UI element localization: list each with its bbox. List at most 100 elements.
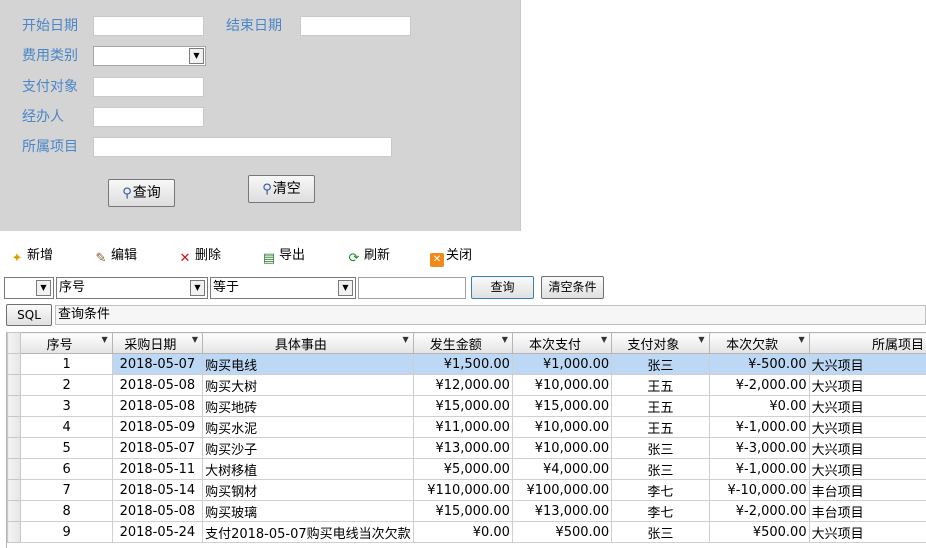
table-row[interactable]: 9 2018-05-24 支付2018-05-07购买电线当次欠款 ¥0.00 ¥500… (7, 521, 926, 543)
table-cell[interactable]: 2018-05-08 (111, 500, 204, 522)
table-cell[interactable]: 李七 (611, 479, 710, 501)
column-header[interactable]: 支付对象 ▼ (611, 332, 710, 354)
column-header[interactable]: 具体事由 ▼ (202, 332, 414, 354)
table-cell[interactable]: ¥15,000.00 (412, 395, 513, 417)
table-cell[interactable]: 2 (20, 374, 113, 396)
table-cell[interactable]: 大兴项目 (808, 353, 926, 375)
table-cell[interactable]: 张三 (611, 437, 710, 459)
handler-input[interactable] (93, 107, 204, 127)
table-cell[interactable]: ¥-1,000.00 (708, 416, 810, 438)
chevron-down-icon[interactable]: ▼ (102, 335, 108, 344)
clear-conditions-button[interactable]: 清空条件 (541, 276, 604, 299)
table-cell[interactable]: ¥4,000.00 (511, 458, 613, 480)
delete-button[interactable]: ✕ 删除 (177, 247, 221, 266)
table-cell[interactable]: 支付2018-05-07购买电线当次欠款 (202, 521, 414, 543)
table-cell[interactable]: ¥100,000.00 (511, 479, 613, 501)
table-cell[interactable]: 2018-05-09 (111, 416, 204, 438)
row-header[interactable] (7, 395, 22, 417)
table-cell[interactable]: ¥15,000.00 (412, 500, 513, 522)
chevron-down-icon[interactable]: ▼ (189, 48, 204, 64)
chevron-down-icon[interactable]: ▼ (338, 280, 353, 296)
table-cell[interactable]: 购买地砖 (202, 395, 414, 417)
table-cell[interactable]: 9 (20, 521, 113, 543)
table-cell[interactable]: 2018-05-14 (111, 479, 204, 501)
table-cell[interactable]: 2018-05-07 (111, 353, 204, 375)
search-query-button[interactable]: ⚲查询 (108, 179, 175, 207)
table-cell[interactable]: 大兴项目 (808, 437, 926, 459)
table-cell[interactable]: ¥12,000.00 (412, 374, 513, 396)
table-cell[interactable]: ¥10,000.00 (511, 416, 613, 438)
table-row[interactable]: 8 2018-05-08 购买玻璃 ¥15,000.00 ¥13,000.00 李七 ¥-2… (7, 500, 926, 522)
column-header[interactable]: 采购日期 ▼ (111, 332, 204, 354)
field-select[interactable]: 序号 ▼ (56, 277, 208, 299)
refresh-button[interactable]: ⟳ 刷新 (346, 247, 390, 266)
expense-type-select[interactable]: ▼ (93, 46, 206, 66)
table-row[interactable]: 2 2018-05-08 购买大树 ¥12,000.00 ¥10,000.00 王五 ¥-2… (7, 374, 926, 396)
table-cell[interactable]: 购买沙子 (202, 437, 414, 459)
row-header[interactable] (7, 374, 22, 396)
table-cell[interactable]: 大兴项目 (808, 521, 926, 543)
condition-value-input[interactable] (358, 277, 466, 299)
table-cell[interactable]: ¥5,000.00 (412, 458, 513, 480)
payee-input[interactable] (93, 77, 204, 97)
column-header[interactable]: 发生金额 ▼ (412, 332, 513, 354)
row-header[interactable] (7, 416, 22, 438)
operator-select[interactable]: 等于 ▼ (210, 277, 356, 299)
table-cell[interactable]: ¥-3,000.00 (708, 437, 810, 459)
column-header[interactable]: 本次支付 ▼ (511, 332, 613, 354)
export-button[interactable]: ▤ 导出 (261, 247, 305, 266)
table-row[interactable]: 3 2018-05-08 购买地砖 ¥15,000.00 ¥15,000.00 王五 ¥0.… (7, 395, 926, 417)
table-row[interactable]: 1 2018-05-07 购买电线 ¥1,500.00 ¥1,000.00 张三 ¥-500… (7, 353, 926, 375)
table-cell[interactable]: 王五 (611, 374, 710, 396)
chevron-down-icon[interactable]: ▼ (502, 335, 508, 344)
table-cell[interactable]: ¥-2,000.00 (708, 500, 810, 522)
table-cell[interactable]: ¥1,000.00 (511, 353, 613, 375)
table-cell[interactable]: 王五 (611, 416, 710, 438)
new-button[interactable]: ✦ 新增 (9, 247, 53, 266)
table-cell[interactable]: ¥13,000.00 (412, 437, 513, 459)
table-cell[interactable]: 大兴项目 (808, 374, 926, 396)
table-cell[interactable]: 2018-05-08 (111, 395, 204, 417)
table-cell[interactable]: 丰台项目 (808, 479, 926, 501)
table-cell[interactable]: 3 (20, 395, 113, 417)
table-cell[interactable]: 大树移植 (202, 458, 414, 480)
row-header[interactable] (7, 521, 22, 543)
table-cell[interactable]: ¥0.00 (708, 395, 810, 417)
chevron-down-icon[interactable]: ▼ (192, 335, 198, 344)
table-cell[interactable]: ¥-2,000.00 (708, 374, 810, 396)
table-row[interactable]: 7 2018-05-14 购买钢材 ¥110,000.00 ¥100,000.00 李七 ¥… (7, 479, 926, 501)
edit-button[interactable]: ✎ 编辑 (93, 247, 137, 266)
row-header[interactable] (7, 479, 22, 501)
table-cell[interactable]: ¥-1,000.00 (708, 458, 810, 480)
table-cell[interactable]: ¥500.00 (511, 521, 613, 543)
row-header[interactable] (7, 458, 22, 480)
table-row[interactable]: 6 2018-05-11 大树移植 ¥5,000.00 ¥4,000.00 张三 ¥-1,0… (7, 458, 926, 480)
table-cell[interactable]: ¥10,000.00 (511, 437, 613, 459)
table-cell[interactable]: 李七 (611, 500, 710, 522)
table-cell[interactable]: 张三 (611, 521, 710, 543)
search-clear-button[interactable]: ⚲清空 (248, 175, 315, 203)
table-cell[interactable]: 丰台项目 (808, 500, 926, 522)
close-button[interactable]: ✕ 关闭 (430, 247, 472, 267)
column-header[interactable]: 序号 ▼ (20, 332, 113, 354)
table-cell[interactable]: ¥15,000.00 (511, 395, 613, 417)
table-cell[interactable]: 王五 (611, 395, 710, 417)
logic-select[interactable]: ▼ (4, 277, 54, 299)
table-cell[interactable]: ¥13,000.00 (511, 500, 613, 522)
table-cell[interactable]: 2018-05-08 (111, 374, 204, 396)
table-cell[interactable]: ¥0.00 (412, 521, 513, 543)
data-grid[interactable]: 序号 ▼ 采购日期 ▼ 具体事由 ▼ 发生金额 ▼ 本次支付 ▼ 支付对象 ▼ 本次欠款 ▼ … (6, 332, 926, 548)
row-header[interactable] (7, 353, 22, 375)
table-cell[interactable]: 张三 (611, 353, 710, 375)
table-cell[interactable]: 大兴项目 (808, 416, 926, 438)
row-header[interactable] (7, 437, 22, 459)
table-cell[interactable]: 8 (20, 500, 113, 522)
column-header[interactable]: 所属项目 (808, 332, 926, 354)
table-cell[interactable]: 购买大树 (202, 374, 414, 396)
chevron-down-icon[interactable]: ▼ (402, 335, 408, 344)
table-cell[interactable]: ¥11,000.00 (412, 416, 513, 438)
table-cell[interactable]: 4 (20, 416, 113, 438)
table-cell[interactable]: 张三 (611, 458, 710, 480)
table-cell[interactable]: ¥1,500.00 (412, 353, 513, 375)
sql-button[interactable]: SQL (6, 304, 52, 326)
